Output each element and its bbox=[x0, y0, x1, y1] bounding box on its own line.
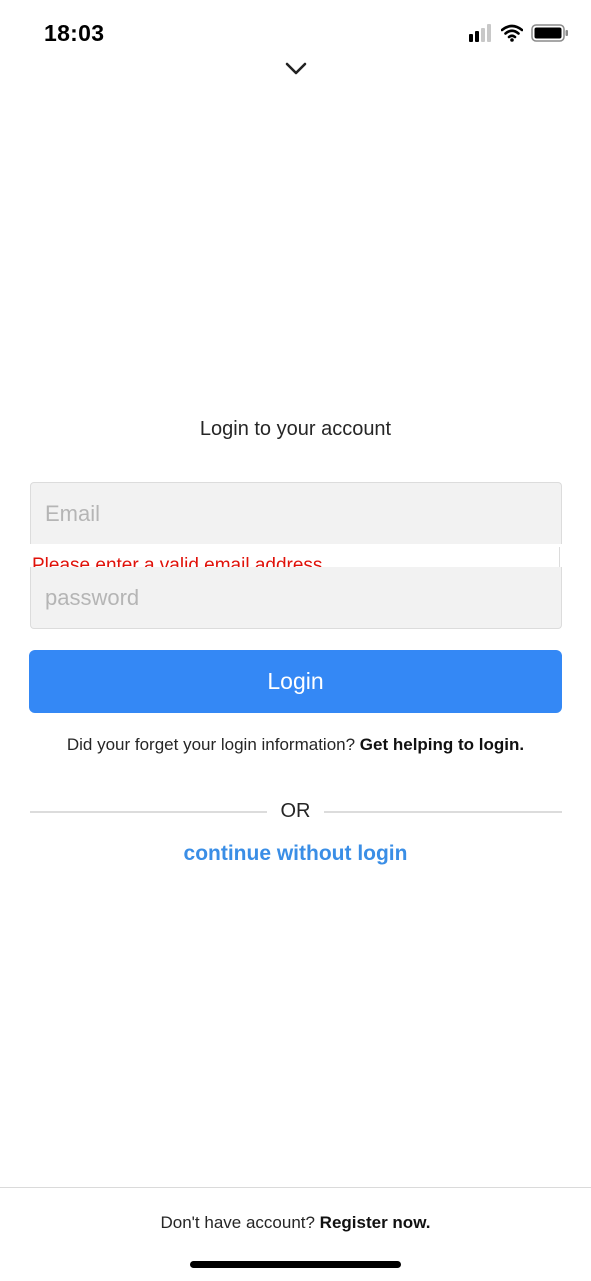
login-button[interactable]: Login bbox=[29, 650, 562, 713]
continue-without-login-link[interactable]: continue without login bbox=[0, 842, 591, 866]
cellular-signal-icon bbox=[469, 24, 493, 47]
email-error-message: Please enter a valid email address bbox=[32, 555, 323, 567]
or-divider-label: OR bbox=[280, 800, 311, 822]
login-title: Login to your account bbox=[199, 418, 392, 440]
chevron-down-icon[interactable] bbox=[283, 58, 309, 78]
register-link[interactable]: Register now. bbox=[320, 1213, 431, 1232]
email-field[interactable] bbox=[30, 482, 562, 544]
register-prompt: Don't have account? bbox=[160, 1213, 320, 1232]
status-icons bbox=[469, 24, 569, 47]
wifi-icon bbox=[500, 24, 524, 47]
battery-icon bbox=[531, 24, 569, 47]
forgot-login-prompt: Did your forget your login information? bbox=[66, 735, 360, 754]
email-error-container: Please enter a valid email address bbox=[30, 547, 560, 567]
password-field[interactable] bbox=[30, 567, 562, 629]
status-time: 18:03 bbox=[44, 20, 105, 46]
home-indicator[interactable] bbox=[190, 1261, 401, 1268]
forgot-login-text: Did your forget your login information? … bbox=[60, 734, 531, 756]
divider-right bbox=[324, 811, 562, 813]
register-prompt-text: Don't have account? Register now. bbox=[0, 1213, 591, 1233]
get-help-link[interactable]: Get helping to login. bbox=[360, 735, 524, 754]
divider-left bbox=[30, 811, 267, 813]
